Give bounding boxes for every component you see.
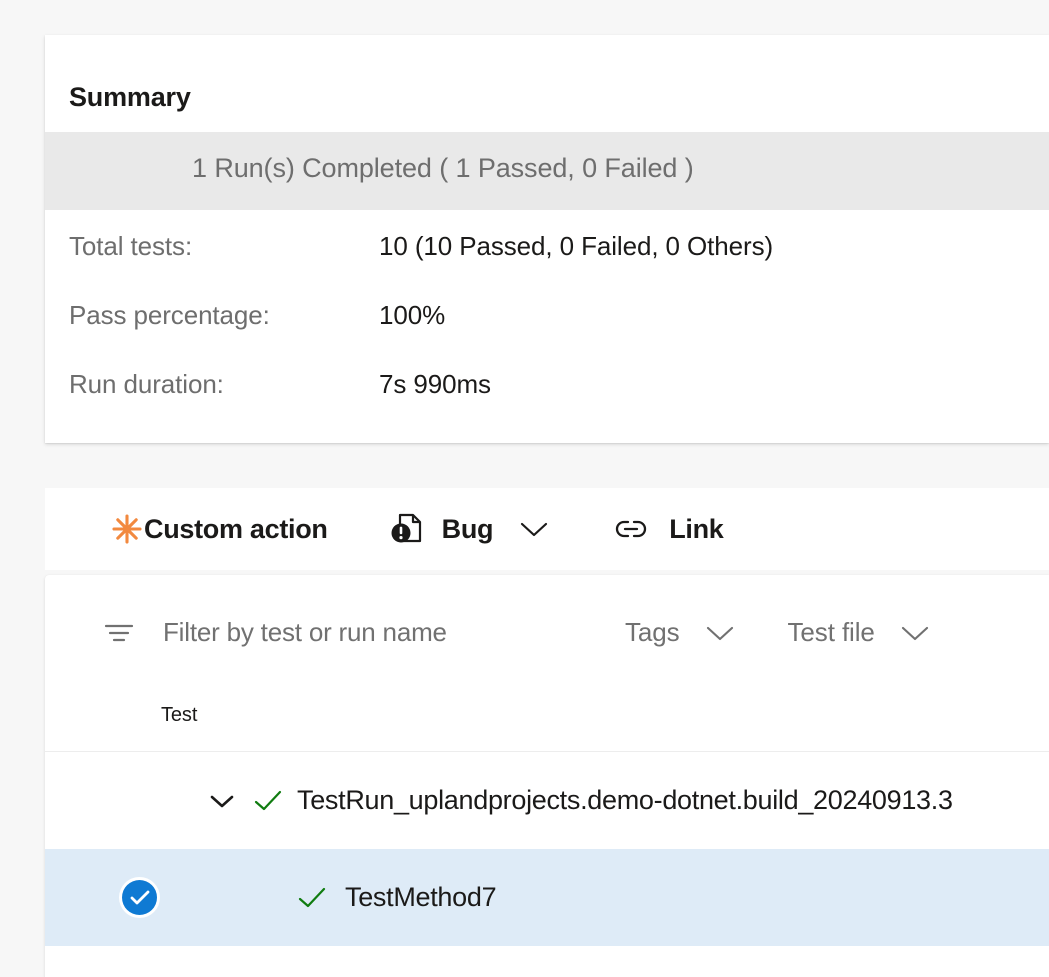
stat-row-pass-percentage: Pass percentage: 100% xyxy=(69,300,1049,369)
test-results-panel: Tags Test file Test xyxy=(45,575,1049,977)
link-button[interactable]: Link xyxy=(612,488,723,570)
table-row[interactable]: TestRun_uplandprojects.demo-dotnet.build… xyxy=(45,752,1049,849)
run-status-banner: 1 Run(s) Completed ( 1 Passed, 0 Failed … xyxy=(45,132,1049,210)
stat-label-total-tests: Total tests: xyxy=(69,231,192,262)
tags-dropdown-label: Tags xyxy=(625,617,680,648)
stat-row-run-duration: Run duration: 7s 990ms xyxy=(69,369,1049,438)
stat-value-run-duration: 7s 990ms xyxy=(379,369,491,400)
test-file-dropdown[interactable]: Test file xyxy=(788,617,931,648)
link-icon xyxy=(612,516,650,542)
filter-input[interactable] xyxy=(161,616,595,649)
row-checkbox[interactable] xyxy=(122,880,157,915)
test-file-dropdown-label: Test file xyxy=(788,617,875,648)
link-label: Link xyxy=(669,514,723,545)
sparkle-icon xyxy=(110,512,144,546)
filter-bar: Tags Test file xyxy=(45,575,1049,690)
run-status-text: 1 Run(s) Completed ( 1 Passed, 0 Failed … xyxy=(192,153,694,184)
custom-action-label: Custom action xyxy=(144,514,328,545)
bug-button[interactable]: Bug xyxy=(388,488,550,570)
test-method-name: TestMethod7 xyxy=(345,882,496,913)
tags-dropdown[interactable]: Tags xyxy=(625,617,736,648)
bug-label: Bug xyxy=(442,514,494,545)
test-run-name: TestRun_uplandprojects.demo-dotnet.build… xyxy=(297,785,953,816)
chevron-down-icon xyxy=(899,624,931,642)
table-header: Test xyxy=(45,690,1049,752)
checkmark-icon xyxy=(122,880,157,915)
stat-value-pass-percentage: 100% xyxy=(379,300,445,331)
page-title: Summary xyxy=(69,82,191,113)
pass-check-icon xyxy=(253,789,283,813)
custom-action-button[interactable]: Custom action xyxy=(110,488,328,570)
stat-label-pass-percentage: Pass percentage: xyxy=(69,300,270,331)
pass-check-icon xyxy=(297,886,327,910)
chevron-down-icon xyxy=(704,624,736,642)
stat-row-total-tests: Total tests: 10 (10 Passed, 0 Failed, 0 … xyxy=(69,231,1049,300)
table-row[interactable]: TestMethod7 xyxy=(45,849,1049,946)
summary-card: Summary 1 Run(s) Completed ( 1 Passed, 0… xyxy=(45,35,1049,443)
column-header-test: Test xyxy=(161,704,197,727)
bug-file-icon xyxy=(388,511,424,547)
stat-label-run-duration: Run duration: xyxy=(69,369,224,400)
filter-icon[interactable] xyxy=(102,620,136,646)
stat-value-total-tests: 10 (10 Passed, 0 Failed, 0 Others) xyxy=(379,231,773,262)
summary-stats: Total tests: 10 (10 Passed, 0 Failed, 0 … xyxy=(69,231,1049,438)
chevron-down-icon[interactable] xyxy=(519,520,549,538)
chevron-down-icon[interactable] xyxy=(209,793,235,809)
actions-toolbar: Custom action Bug xyxy=(45,488,1049,570)
